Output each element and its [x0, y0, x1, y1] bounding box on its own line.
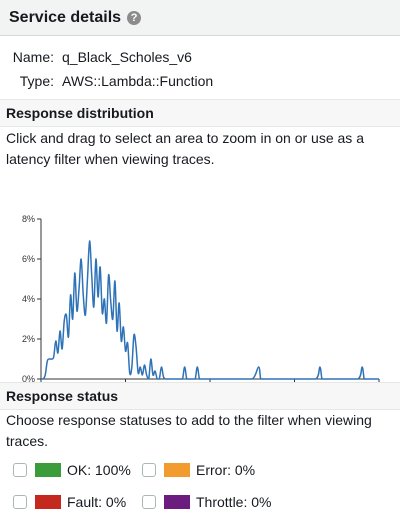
status-throttle-checkbox[interactable]	[142, 495, 156, 509]
status-throttle-swatch	[164, 495, 190, 509]
service-name-label: Name:	[12, 49, 54, 65]
y-axis: 0%2%4%6%8%	[22, 214, 42, 384]
y-tick-label: 2%	[22, 334, 35, 344]
y-tick-label: 4%	[22, 294, 35, 304]
status-error-option[interactable]: Error: 0%	[142, 462, 255, 478]
status-error-checkbox[interactable]	[142, 463, 156, 477]
panel-header: Service details ?	[0, 0, 400, 36]
service-type-value: AWS::Lambda::Function	[62, 73, 214, 89]
panel-title: Service details	[9, 8, 122, 26]
status-throttle-label: Throttle: 0%	[196, 494, 272, 510]
service-type-row: Type: AWS::Lambda::Function	[0, 73, 213, 89]
response-distribution-description: Click and drag to select an area to zoom…	[6, 130, 364, 167]
panel-body: Name: q_Black_Scholes_v6 Type: AWS::Lambda…	[0, 36, 400, 517]
response-status-title: Response status	[0, 382, 400, 410]
status-fault-swatch	[35, 495, 61, 509]
status-ok-label: OK: 100%	[67, 462, 131, 478]
status-fault-option[interactable]: Fault: 0%	[13, 494, 126, 510]
y-tick-label: 8%	[22, 214, 35, 224]
latency-line	[40, 240, 379, 380]
status-throttle-option[interactable]: Throttle: 0%	[142, 494, 271, 510]
status-ok-option[interactable]: OK: 100%	[13, 462, 131, 478]
status-error-swatch	[164, 463, 190, 477]
service-name-row: Name: q_Black_Scholes_v6	[0, 49, 192, 65]
status-fault-label: Fault: 0%	[67, 494, 127, 510]
help-icon[interactable]: ?	[127, 10, 142, 25]
service-type-label: Type:	[19, 73, 54, 89]
response-status-description: Choose response statuses to add to the f…	[6, 412, 372, 449]
status-ok-swatch	[35, 463, 61, 477]
response-distribution-title: Response distribution	[0, 99, 400, 127]
status-error-label: Error: 0%	[196, 462, 256, 478]
status-fault-checkbox[interactable]	[13, 495, 27, 509]
status-ok-checkbox[interactable]	[13, 463, 27, 477]
y-tick-label: 6%	[22, 254, 35, 264]
service-name-value: q_Black_Scholes_v6	[62, 49, 192, 65]
